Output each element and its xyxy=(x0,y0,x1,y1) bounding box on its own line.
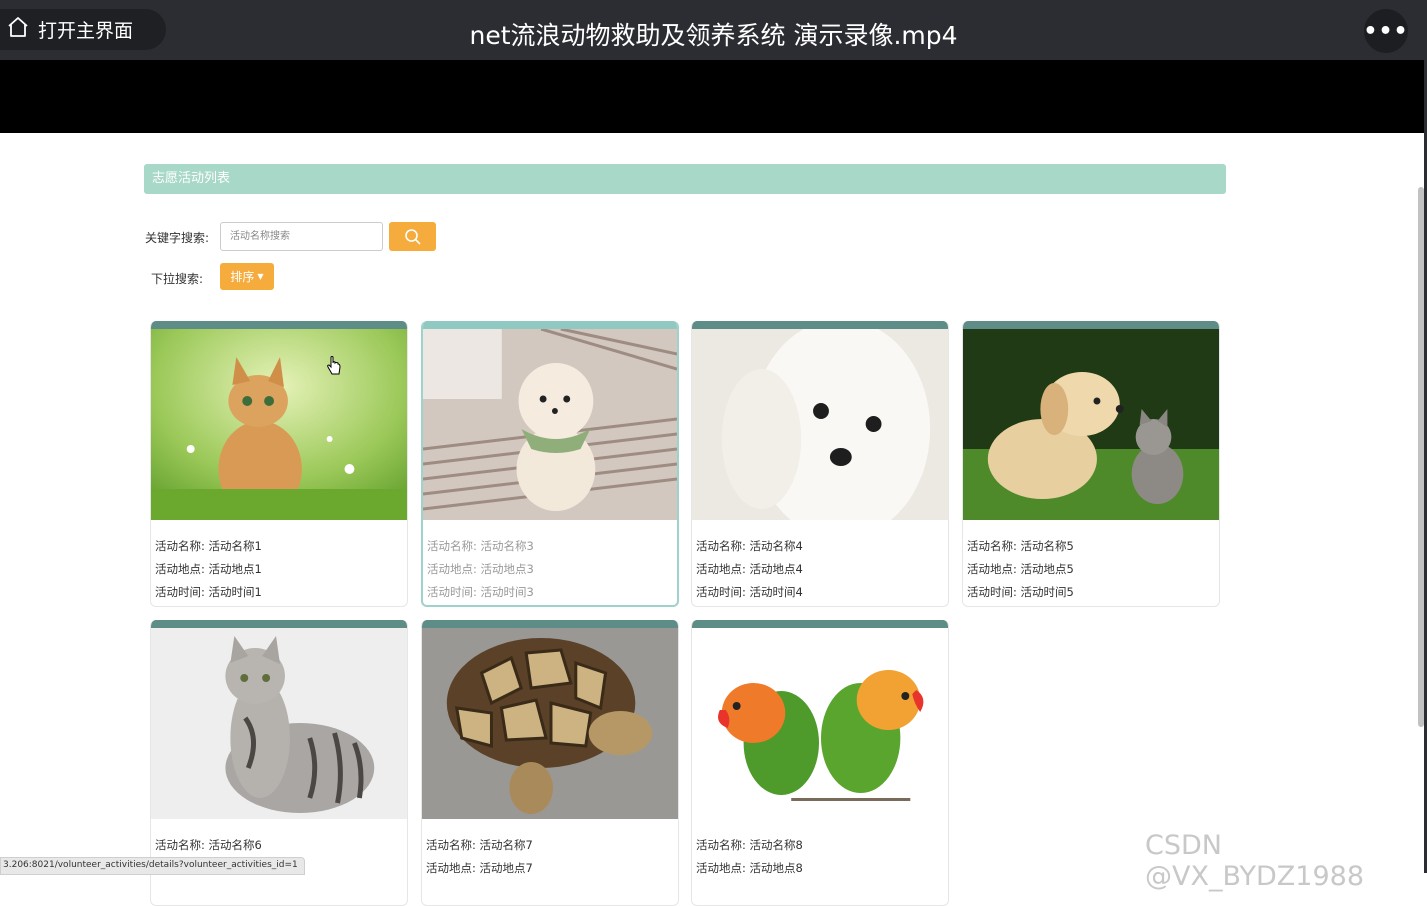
more-options-button[interactable]: ••• xyxy=(1363,9,1408,53)
player-top-bar: 打开主界面 net流浪动物救助及领养系统 演示录像.mp4 ••• xyxy=(0,0,1427,60)
video-letterbox xyxy=(0,60,1424,133)
card-top-bar xyxy=(423,321,677,329)
activity-time: 活动时间: 活动时间4 xyxy=(696,585,803,599)
activity-time: 活动时间: 活动时间3 xyxy=(427,585,534,599)
activity-location: 活动地点: 活动地点4 xyxy=(696,562,803,576)
activity-name: 活动名称: 活动名称3 xyxy=(427,539,534,553)
activity-name: 活动名称: 活动名称8 xyxy=(696,838,803,852)
lovebirds-photo xyxy=(692,628,948,819)
activity-time xyxy=(155,880,407,903)
activity-location: 活动地点: 活动地点1 xyxy=(155,562,262,576)
activity-card[interactable]: 活动名称: 活动名称4 活动地点: 活动地点4 活动时间: 活动时间4 xyxy=(691,321,949,607)
activity-name: 活动名称: 活动名称6 xyxy=(155,838,262,852)
dropdown-search-label: 下拉搜索: xyxy=(151,272,204,286)
kitten-photo xyxy=(151,329,407,520)
card-top-bar xyxy=(151,321,407,329)
activity-name: 活动名称: 活动名称4 xyxy=(696,539,803,553)
activity-card[interactable]: 活动名称: 活动名称1 活动地点: 活动地点1 活动时间: 活动时间1 xyxy=(150,321,408,607)
tortoise-photo xyxy=(422,628,678,819)
activity-name: 活动名称: 活动名称5 xyxy=(967,539,1074,553)
activity-location: 活动地点: 活动地点7 xyxy=(426,861,533,875)
activity-name: 活动名称: 活动名称7 xyxy=(426,838,533,852)
status-bar-url: 3.206:8021/volunteer_activities/details?… xyxy=(0,857,305,875)
activity-time xyxy=(426,880,678,903)
pomeranian-photo xyxy=(423,329,677,520)
volunteer-activities-page: 志愿活动列表 关键字搜索: 下拉搜索: 排序 ▼ 活动名称: 活动名称1 活动地… xyxy=(0,133,1418,906)
card-top-bar xyxy=(692,620,948,628)
activity-name: 活动名称: 活动名称1 xyxy=(155,539,262,553)
activity-location: 活动地点: 活动地点5 xyxy=(967,562,1074,576)
hand-cursor-icon xyxy=(327,356,341,375)
activity-card[interactable]: 活动名称: 活动名称3 活动地点: 活动地点3 活动时间: 活动时间3 xyxy=(421,321,679,607)
video-title: net流浪动物救助及领养系统 演示录像.mp4 xyxy=(469,21,958,50)
activity-card[interactable]: 活动名称: 活动名称8 活动地点: 活动地点8 xyxy=(691,620,949,906)
puppy-and-kitten-photo xyxy=(963,329,1219,520)
activity-location: 活动地点: 活动地点3 xyxy=(427,562,534,576)
activity-location: 活动地点: 活动地点8 xyxy=(696,861,803,875)
sort-dropdown-button[interactable]: 排序 ▼ xyxy=(220,263,274,290)
activity-time xyxy=(696,880,948,903)
sort-label: 排序 xyxy=(230,270,255,284)
watermark: CSDN @VX_BYDZ1988 xyxy=(1145,830,1365,892)
keyword-search-label: 关键字搜索: xyxy=(145,231,210,245)
card-top-bar xyxy=(151,620,407,628)
search-icon xyxy=(404,228,421,245)
page-scrollbar[interactable] xyxy=(1418,187,1424,727)
caret-down-icon: ▼ xyxy=(257,272,264,281)
search-input[interactable] xyxy=(220,222,383,251)
card-top-bar xyxy=(422,620,678,628)
white-puppy-photo xyxy=(692,329,948,520)
search-button[interactable] xyxy=(389,222,436,251)
section-title: 志愿活动列表 xyxy=(144,164,1226,194)
activity-card[interactable]: 活动名称: 活动名称7 活动地点: 活动地点7 xyxy=(421,620,679,906)
activity-card[interactable]: 活动名称: 活动名称5 活动地点: 活动地点5 活动时间: 活动时间5 xyxy=(962,321,1220,607)
activity-time: 活动时间: 活动时间5 xyxy=(967,585,1074,599)
card-top-bar xyxy=(692,321,948,329)
card-top-bar xyxy=(963,321,1219,329)
tabby-cat-photo xyxy=(151,628,407,819)
activity-time: 活动时间: 活动时间1 xyxy=(155,585,262,599)
